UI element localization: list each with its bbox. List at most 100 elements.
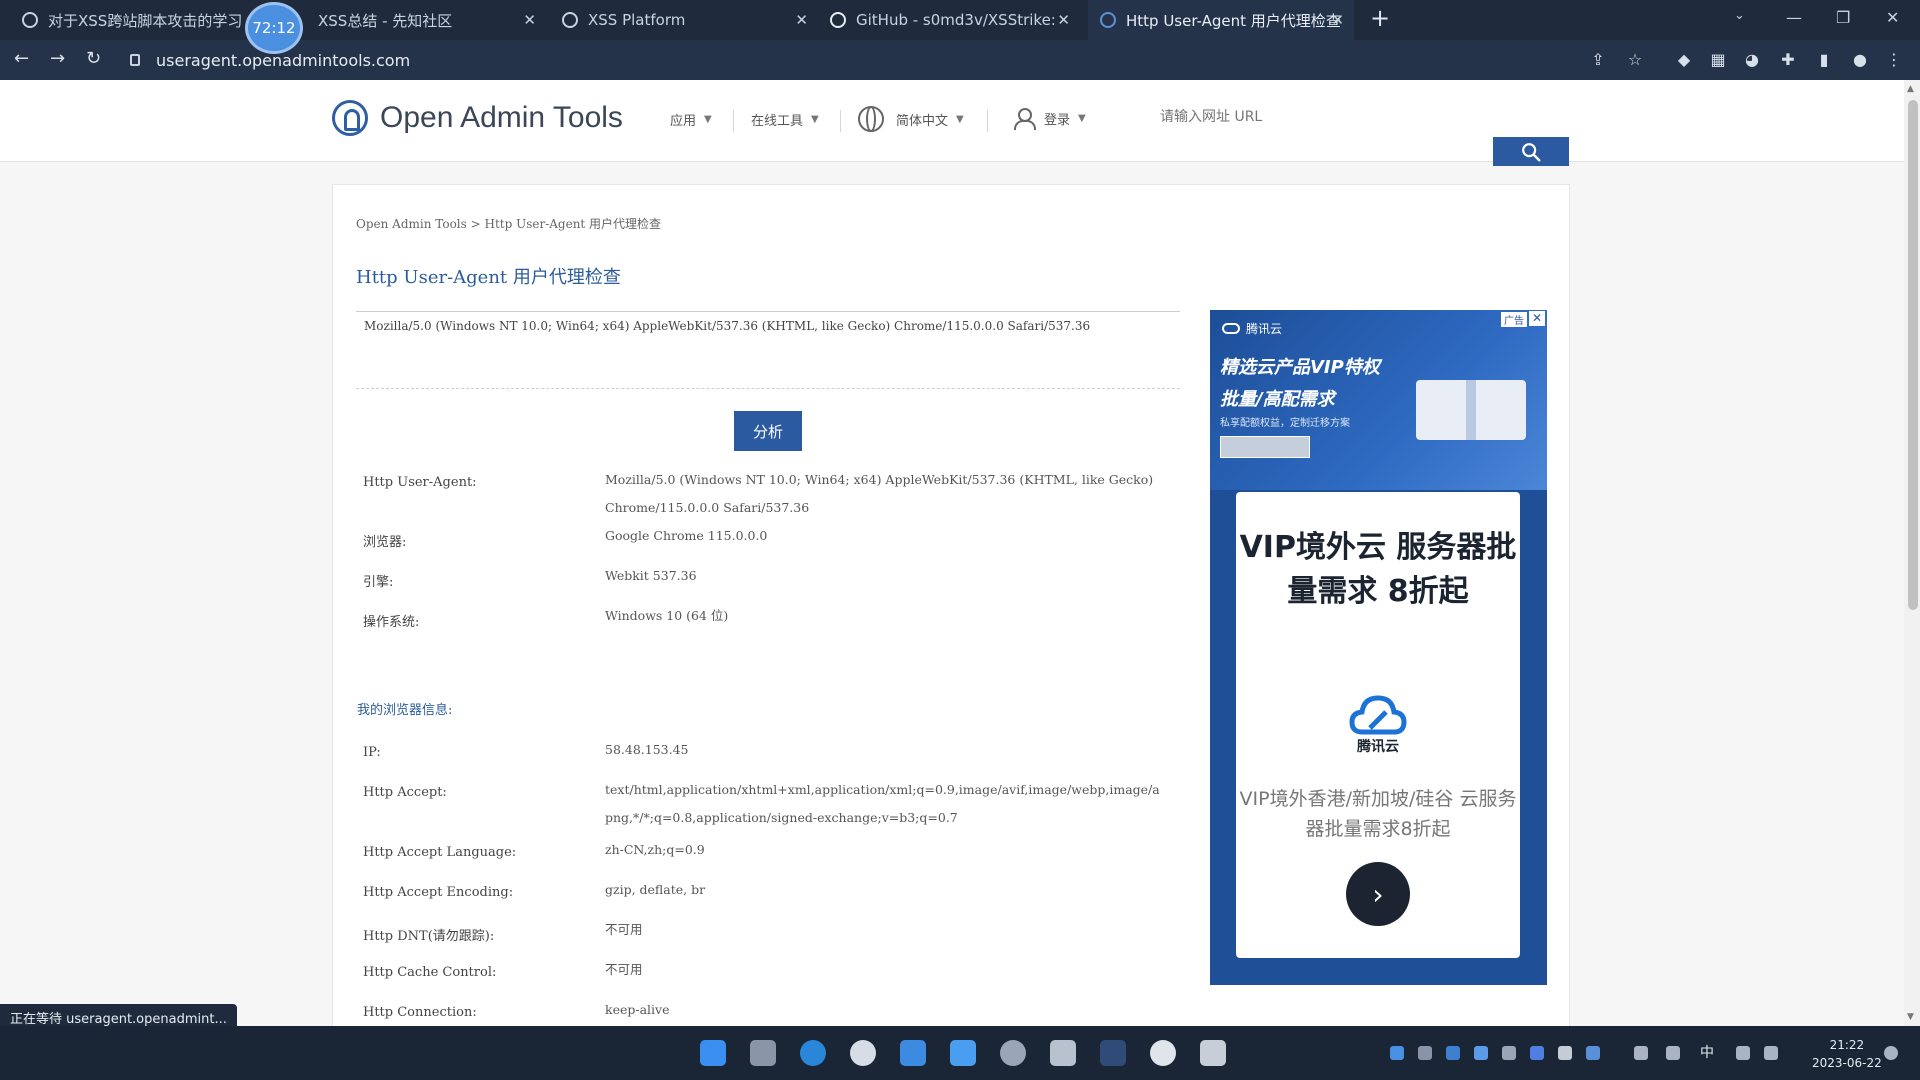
nav-language-menu[interactable]: 简体中文 ▼ bbox=[858, 106, 964, 132]
reload-icon[interactable]: ↻ bbox=[86, 48, 101, 69]
ime-indicator[interactable]: 中 bbox=[1700, 1042, 1714, 1062]
browser-info-heading: 我的浏览器信息: bbox=[357, 703, 453, 718]
info-label-accept-language: Http Accept Language: bbox=[363, 845, 517, 860]
tab-close-icon[interactable]: ✕ bbox=[1057, 11, 1070, 29]
ad-card-description: VIP境外香港/新加坡/硅谷 云服务器批量需求8折起 bbox=[1239, 788, 1517, 840]
tab-title: Http User-Agent 用户代理检查 bbox=[1126, 11, 1341, 30]
ad-headline-line-1: 精选云产品VIP特权 bbox=[1220, 357, 1380, 378]
tray-app-icon[interactable] bbox=[1634, 1046, 1648, 1060]
close-window-icon[interactable]: ✕ bbox=[1886, 8, 1899, 27]
file-explorer-icon[interactable] bbox=[750, 1040, 776, 1066]
forward-icon[interactable]: → bbox=[50, 48, 65, 69]
ad-brand-label: 腾讯云 bbox=[1246, 322, 1283, 336]
page-title: Http User-Agent 用户代理检查 bbox=[356, 267, 621, 288]
site-header: Open Admin Tools 应用 ▼ 在线工具 ▼ 简体中文 ▼ 登录 ▼ bbox=[0, 80, 1904, 162]
network-icon[interactable] bbox=[1736, 1046, 1750, 1060]
tab-github-xsstrike[interactable]: GitHub - s0md3v/XSStrike: Mo ✕ bbox=[818, 0, 1080, 40]
tab-close-icon[interactable]: ✕ bbox=[523, 11, 536, 29]
scroll-down-icon[interactable]: ▼ bbox=[1907, 1012, 1914, 1022]
result-label-browser: 浏览器: bbox=[363, 535, 407, 550]
nav-divider bbox=[733, 110, 734, 132]
app-icon[interactable] bbox=[900, 1040, 926, 1066]
result-label-os: 操作系统: bbox=[363, 615, 420, 630]
nav-divider bbox=[840, 110, 841, 132]
share-icon[interactable]: ⇪ bbox=[1588, 50, 1608, 70]
nav-apps-menu[interactable]: 应用 ▼ bbox=[670, 110, 712, 129]
new-tab-icon[interactable]: + bbox=[1370, 4, 1390, 32]
back-icon[interactable]: ← bbox=[14, 48, 29, 69]
sidebar-icon[interactable]: ▮ bbox=[1814, 50, 1834, 70]
bookmark-star-icon[interactable]: ☆ bbox=[1625, 50, 1645, 70]
tab-title: 对于XSS跨站脚本攻击的学习 - 先 bbox=[48, 11, 250, 30]
extension-icon[interactable]: ◆ bbox=[1674, 50, 1694, 70]
chrome-browser-icon[interactable] bbox=[850, 1040, 876, 1066]
tab-close-icon[interactable]: ✕ bbox=[1331, 11, 1344, 29]
app-icon[interactable] bbox=[1050, 1040, 1076, 1066]
info-value-cache-control: 不可用 bbox=[605, 962, 643, 977]
microphone-icon[interactable] bbox=[1666, 1046, 1680, 1060]
nav-login-label: 登录 bbox=[1044, 112, 1071, 128]
github-icon bbox=[830, 12, 846, 28]
result-value-os: Windows 10 (64 位) bbox=[605, 608, 729, 623]
url-search-input[interactable] bbox=[1160, 102, 1360, 132]
tray-app-icon[interactable] bbox=[1390, 1046, 1404, 1060]
system-clock[interactable]: 21:22 2023-06-22 bbox=[1812, 1036, 1882, 1072]
app-icon[interactable] bbox=[1150, 1040, 1176, 1066]
qr-extension-icon[interactable]: ▦ bbox=[1708, 50, 1728, 70]
site-logo[interactable]: Open Admin Tools bbox=[332, 100, 623, 136]
analyze-button[interactable]: 分析 bbox=[734, 411, 802, 451]
cloud-icon bbox=[1222, 323, 1240, 334]
tray-app-icon[interactable] bbox=[1586, 1046, 1600, 1060]
tab-title: XSS总结 - 先知社区 bbox=[318, 11, 453, 30]
tray-app-icon[interactable] bbox=[1474, 1046, 1488, 1060]
edge-browser-icon[interactable] bbox=[800, 1040, 826, 1066]
tab-close-icon[interactable]: ✕ bbox=[795, 11, 808, 29]
extension-icon[interactable]: ◕ bbox=[1742, 50, 1762, 70]
lock-icon bbox=[130, 54, 140, 66]
ad-label: 广告 bbox=[1501, 312, 1527, 327]
nav-apps-label: 应用 bbox=[670, 114, 697, 129]
windows-start-icon[interactable] bbox=[700, 1040, 726, 1066]
ad-card[interactable]: VIP境外云 服务器批量需求 8折起 腾讯云 VIP境外香港/新加坡/硅谷 云服… bbox=[1236, 492, 1520, 958]
page-scrollbar[interactable]: ▲ ▼ bbox=[1904, 80, 1920, 1026]
breadcrumb[interactable]: Open Admin Tools > Http User-Agent 用户代理检… bbox=[356, 215, 661, 232]
menu-kebab-icon[interactable]: ⋮ bbox=[1884, 50, 1904, 70]
result-value-engine: Webkit 537.36 bbox=[605, 568, 697, 583]
search-button[interactable] bbox=[1493, 137, 1569, 166]
tab-search-chevron-icon[interactable]: ⌄ bbox=[1734, 8, 1745, 23]
ad-close-icon[interactable]: ✕ bbox=[1529, 311, 1545, 326]
main-content: Open Admin Tools > Http User-Agent 用户代理检… bbox=[332, 184, 1570, 1026]
tray-app-icon[interactable] bbox=[1502, 1046, 1516, 1060]
logo-text: Open Admin Tools bbox=[380, 101, 623, 134]
tab-user-agent-check[interactable]: Http User-Agent 用户代理检查 ✕ bbox=[1088, 0, 1354, 40]
notepad-icon[interactable] bbox=[1200, 1040, 1226, 1066]
ad-arrow-button[interactable]: › bbox=[1346, 862, 1410, 926]
tray-shield-icon[interactable] bbox=[1446, 1046, 1460, 1060]
address-bar[interactable]: useragent.openadmintools.com bbox=[130, 46, 1580, 74]
tab-xss-summary[interactable]: XSS总结 - 先知社区 ✕ bbox=[306, 0, 546, 40]
tab-xss-study[interactable]: 对于XSS跨站脚本攻击的学习 - 先 bbox=[10, 0, 250, 40]
tray-app-icon[interactable] bbox=[1558, 1046, 1572, 1060]
restore-icon[interactable]: ❐ bbox=[1836, 8, 1850, 27]
tray-app-icon[interactable] bbox=[1418, 1046, 1432, 1060]
app-icon[interactable] bbox=[1000, 1040, 1026, 1066]
puzzle-extensions-icon[interactable]: ✚ bbox=[1778, 50, 1798, 70]
phpstorm-icon[interactable] bbox=[1100, 1040, 1126, 1066]
scrollbar-thumb[interactable] bbox=[1908, 100, 1918, 610]
browser-status-bubble: 正在等待 useragent.openadmint... bbox=[0, 1004, 237, 1028]
ad-small-cta-button[interactable] bbox=[1220, 436, 1310, 458]
minimize-icon[interactable]: — bbox=[1786, 8, 1802, 27]
user-agent-textarea[interactable]: Mozilla/5.0 (Windows NT 10.0; Win64; x64… bbox=[356, 311, 1180, 389]
gift-box-icon bbox=[1416, 380, 1526, 440]
ad-headline: 精选云产品VIP特权 批量/高配需求 bbox=[1220, 352, 1380, 416]
tray-app-icon[interactable] bbox=[1530, 1046, 1544, 1060]
nav-login-menu[interactable]: 登录 ▼ bbox=[1014, 108, 1086, 130]
nav-tools-menu[interactable]: 在线工具 ▼ bbox=[751, 110, 819, 129]
photos-icon[interactable] bbox=[950, 1040, 976, 1066]
volume-icon[interactable] bbox=[1764, 1046, 1778, 1060]
tab-xss-platform[interactable]: XSS Platform ✕ bbox=[550, 0, 818, 40]
notifications-icon[interactable] bbox=[1884, 1046, 1898, 1060]
scroll-up-icon[interactable]: ▲ bbox=[1907, 84, 1914, 94]
advertisement-banner[interactable]: 腾讯云 精选云产品VIP特权 批量/高配需求 私享配额权益，定制迁移方案 广告 … bbox=[1210, 310, 1547, 985]
profile-icon[interactable]: ● bbox=[1850, 50, 1870, 70]
